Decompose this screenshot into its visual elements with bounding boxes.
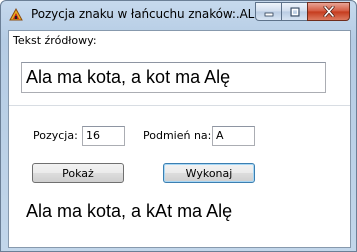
position-label: Pozycja: <box>33 129 78 142</box>
app-icon <box>8 7 24 23</box>
title-bar[interactable]: Pozycja znaku w łańcuchu znaków:.AL <box>1 1 356 29</box>
minimize-button[interactable] <box>255 2 281 21</box>
close-icon <box>323 6 334 17</box>
execute-button[interactable]: Wykonaj <box>163 163 255 183</box>
result-text: Ala ma kota, a kAt ma Alę <box>26 201 233 221</box>
replace-with-input[interactable]: A <box>212 126 255 146</box>
position-input[interactable]: 16 <box>82 126 125 146</box>
source-text-label: Tekst źródłowy: <box>13 34 97 47</box>
replace-with-label: Podmień na: <box>143 129 212 142</box>
window-title: Pozycja znaku w łańcuchu znaków:.AL <box>31 7 255 21</box>
caption-buttons <box>255 2 350 21</box>
maximize-button[interactable] <box>281 2 307 21</box>
close-button[interactable] <box>307 2 350 21</box>
divider <box>9 105 350 106</box>
source-text-input[interactable]: Ala ma kota, a kot ma Alę <box>21 62 326 93</box>
show-button[interactable]: Pokaż <box>32 163 124 183</box>
maximize-icon <box>290 7 299 16</box>
minimize-icon <box>264 12 273 16</box>
client-area: Tekst źródłowy: Ala ma kota, a kot ma Al… <box>8 30 351 248</box>
app-window: Pozycja znaku w łańcuchu znaków:.AL Teks… <box>0 0 357 252</box>
